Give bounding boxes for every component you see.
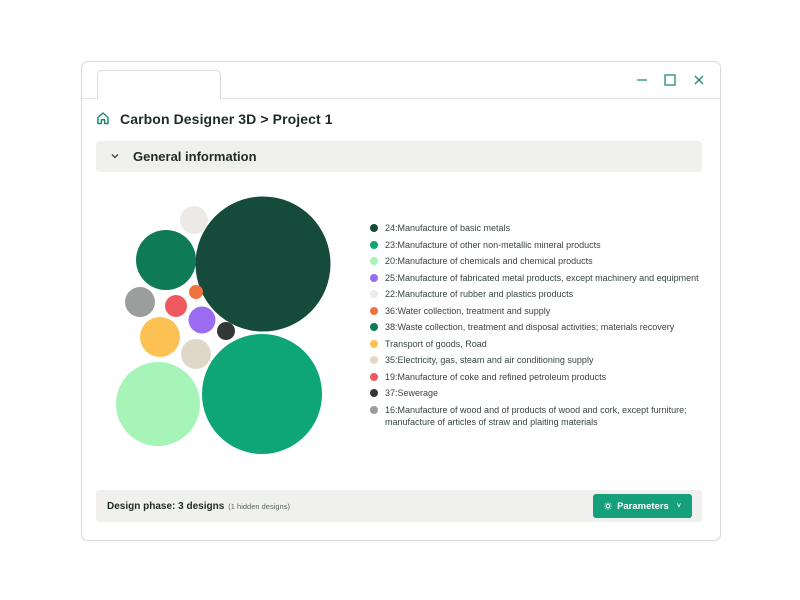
chart-legend: 24:Manufacture of basic metals 23:Manufa… bbox=[370, 222, 710, 432]
legend-dot bbox=[370, 389, 378, 397]
title-bar bbox=[82, 62, 720, 99]
legend-dot bbox=[370, 405, 378, 414]
maximize-icon[interactable] bbox=[660, 70, 680, 90]
bubble-20[interactable] bbox=[116, 362, 200, 446]
legend-dot bbox=[370, 290, 378, 298]
legend-item: 25:Manufacture of fabricated metal produ… bbox=[370, 272, 710, 284]
window-tab[interactable] bbox=[97, 70, 221, 99]
legend-item: 35:Electricity, gas, steam and air condi… bbox=[370, 354, 710, 366]
close-icon[interactable] bbox=[689, 70, 709, 90]
legend-label: 35:Electricity, gas, steam and air condi… bbox=[385, 355, 594, 365]
legend-dot bbox=[370, 306, 378, 315]
legend-dot bbox=[370, 224, 378, 232]
bubble-16[interactable] bbox=[125, 287, 155, 317]
legend-item: 16:Manufacture of wood and of products o… bbox=[370, 404, 710, 428]
legend-item: 22:Manufacture of rubber and plastics pr… bbox=[370, 288, 710, 300]
parameters-label: Parameters bbox=[617, 500, 669, 512]
legend-label: 19:Manufacture of coke and refined petro… bbox=[385, 371, 607, 382]
bubble-24[interactable] bbox=[195, 196, 331, 332]
legend-dot bbox=[370, 356, 378, 364]
bubble-38[interactable] bbox=[136, 230, 196, 290]
legend-label: 22:Manufacture of rubber and plastics pr… bbox=[385, 289, 574, 299]
general-information-header[interactable]: General information bbox=[96, 141, 702, 172]
legend-item: 38:Waste collection, treatment and dispo… bbox=[370, 321, 710, 333]
legend-dot bbox=[370, 323, 378, 331]
legend-label: 25:Manufacture of fabricated metal produ… bbox=[385, 272, 699, 283]
hidden-designs-note: (1 hidden designs) bbox=[228, 501, 290, 511]
section-title: General information bbox=[133, 149, 257, 164]
bubble-chart bbox=[116, 196, 331, 454]
legend-dot bbox=[370, 240, 378, 249]
legend-item: Transport of goods, Road bbox=[370, 338, 710, 350]
minimize-icon[interactable] bbox=[632, 70, 652, 90]
legend-label: 20:Manufacture of chemicals and chemical… bbox=[385, 256, 593, 266]
design-phase-label: Design phase: 3 designs bbox=[107, 500, 225, 512]
bubble-36[interactable] bbox=[189, 285, 203, 299]
bubble-23[interactable] bbox=[202, 334, 322, 454]
legend-dot bbox=[370, 339, 378, 348]
legend-label: 36:Water collection, treatment and suppl… bbox=[385, 305, 551, 316]
legend-item: 37:Sewerage bbox=[370, 387, 710, 399]
parameters-button[interactable]: Parameters ˅ bbox=[593, 494, 692, 518]
legend-dot bbox=[370, 273, 378, 282]
legend-label: 16:Manufacture of wood and of products o… bbox=[385, 404, 687, 427]
legend-item: 20:Manufacture of chemicals and chemical… bbox=[370, 255, 710, 267]
gear-icon bbox=[604, 502, 612, 510]
legend-dot bbox=[370, 372, 378, 381]
design-phase-bar: Design phase: 3 designs (1 hidden design… bbox=[96, 490, 702, 522]
bubble-35[interactable] bbox=[181, 339, 211, 369]
legend-label: 24:Manufacture of basic metals bbox=[385, 223, 511, 233]
legend-label: 23:Manufacture of other non-metallic min… bbox=[385, 239, 601, 250]
legend-item: 19:Manufacture of coke and refined petro… bbox=[370, 371, 710, 383]
bubble-22[interactable] bbox=[180, 206, 208, 234]
home-icon[interactable] bbox=[96, 111, 112, 127]
bubble-19[interactable] bbox=[165, 295, 187, 317]
breadcrumb-text[interactable]: Carbon Designer 3D > Project 1 bbox=[120, 111, 333, 127]
legend-item: 24:Manufacture of basic metals bbox=[370, 222, 710, 234]
bubble-25[interactable] bbox=[188, 306, 216, 334]
legend-item: 36:Water collection, treatment and suppl… bbox=[370, 305, 710, 317]
legend-dot bbox=[370, 257, 378, 265]
breadcrumb: Carbon Designer 3D > Project 1 bbox=[96, 109, 333, 129]
legend-item: 23:Manufacture of other non-metallic min… bbox=[370, 239, 710, 251]
chevron-down-icon bbox=[110, 151, 122, 163]
legend-label: 38:Waste collection, treatment and dispo… bbox=[385, 322, 675, 332]
bubble-transport[interactable] bbox=[140, 317, 180, 357]
legend-label: 37:Sewerage bbox=[385, 388, 439, 398]
app-window: Carbon Designer 3D > Project 1 General i… bbox=[81, 61, 721, 541]
bubble-37[interactable] bbox=[217, 322, 235, 340]
legend-label: Transport of goods, Road bbox=[385, 338, 487, 349]
caret-down-icon: ˅ bbox=[676, 502, 681, 510]
